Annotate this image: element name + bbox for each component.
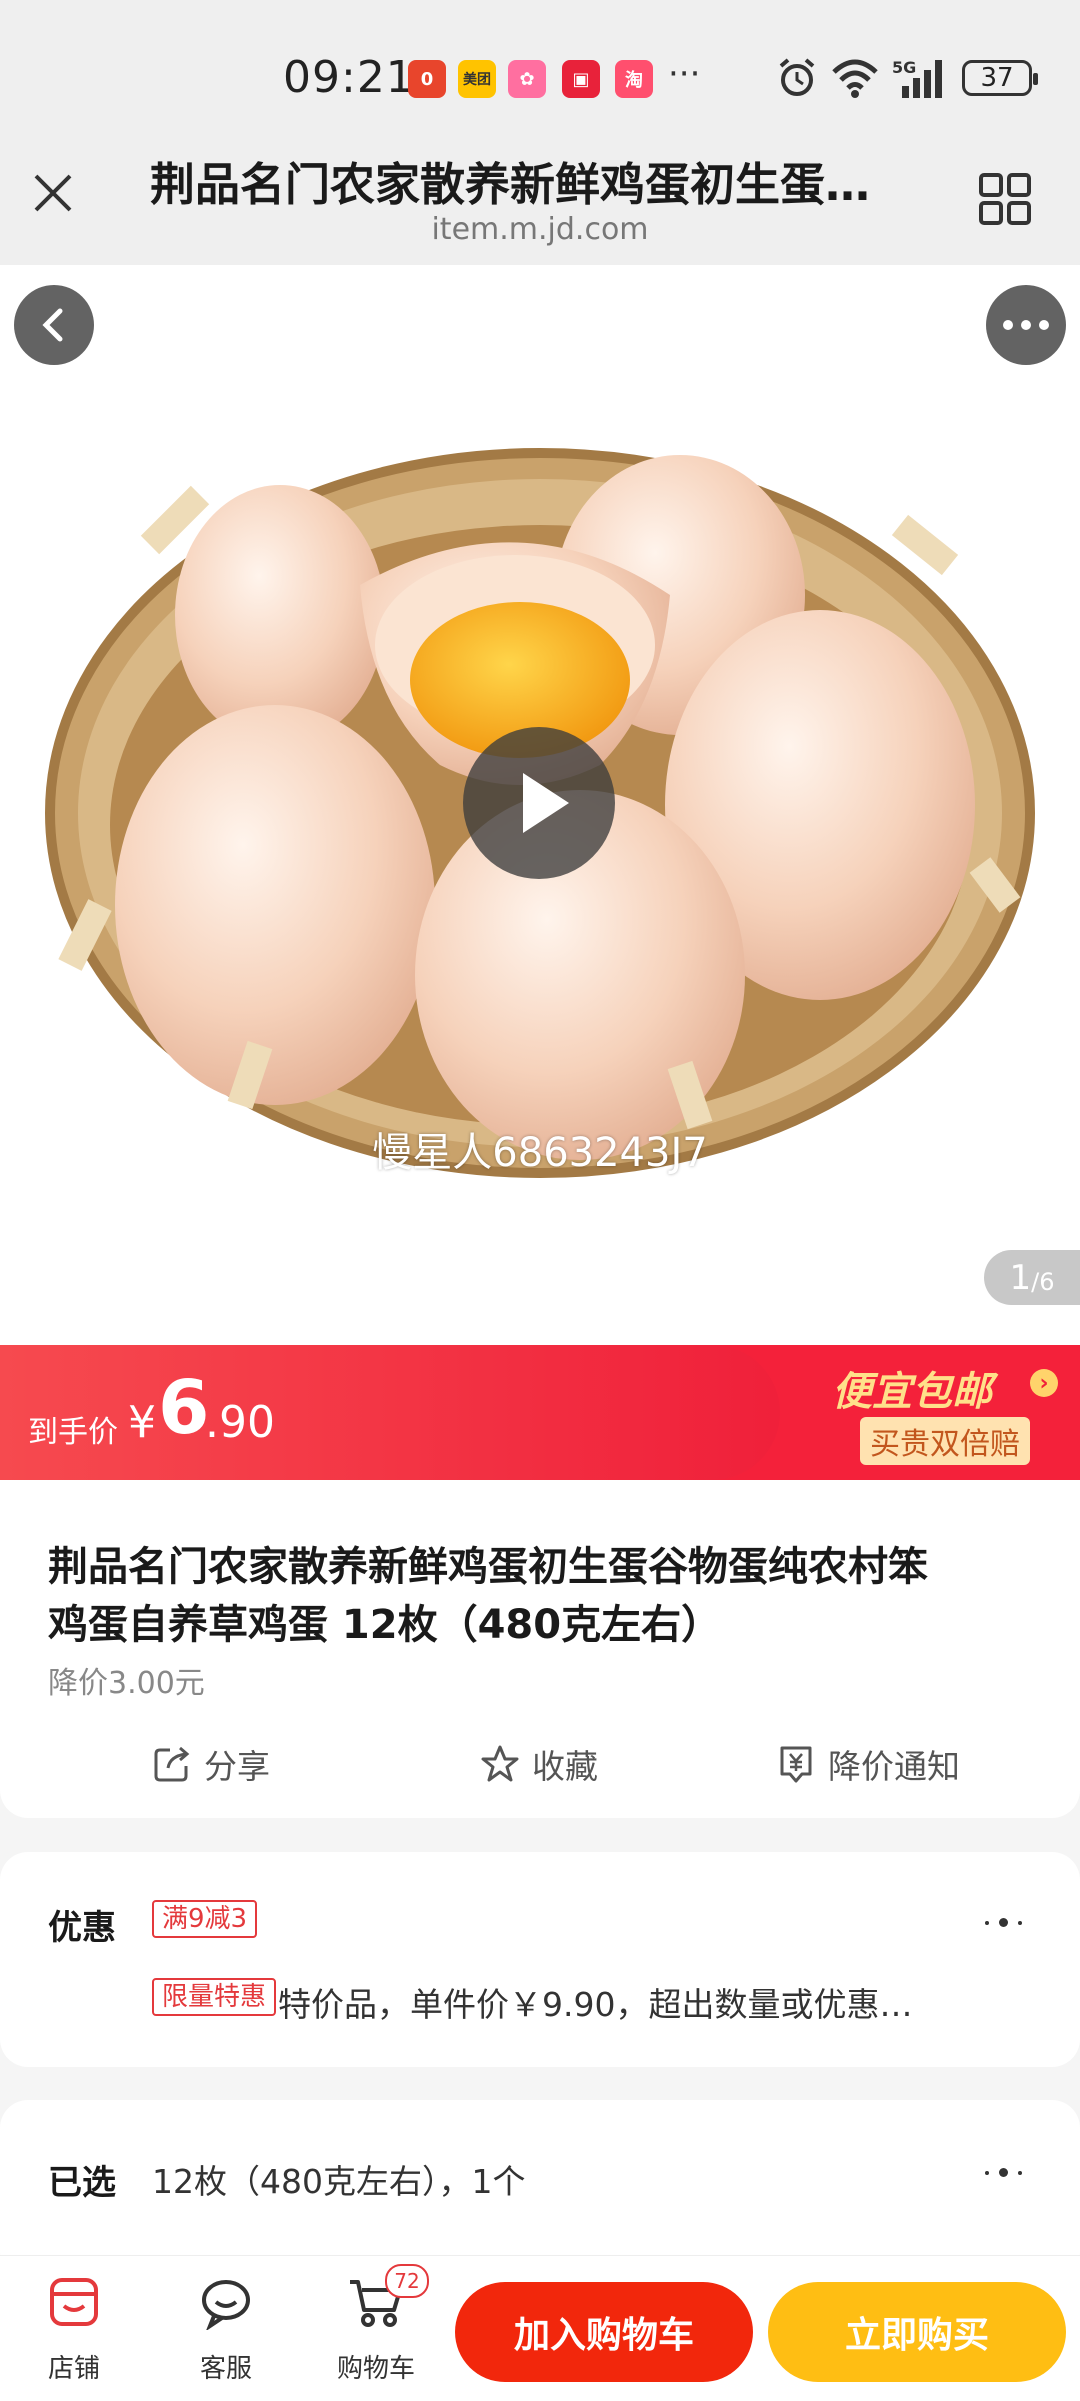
shop-icon xyxy=(50,2278,98,2326)
favorite-label: 收藏 xyxy=(532,1747,598,1786)
app-badge-icon: 0 xyxy=(408,60,446,98)
price-integer: 6 xyxy=(158,1365,210,1451)
status-time: 09:21 xyxy=(283,52,415,103)
coupon-tag: 满9减3 xyxy=(152,1900,258,1938)
product-name: 荆品名门农家散养新鲜鸡蛋初生蛋谷物蛋纯农村笨 鸡蛋自养草鸡蛋 12枚（480克左… xyxy=(48,1538,1038,1654)
add-to-cart-button[interactable]: 加入购物车 xyxy=(455,2282,753,2382)
discount-more-icon[interactable] xyxy=(980,1918,1027,1927)
nav-shop[interactable]: 店铺 xyxy=(14,2270,134,2384)
back-button[interactable] xyxy=(14,285,94,365)
image-watermark: 慢星人6863243J7 xyxy=(372,1130,708,1176)
price-guarantee-badge: 买贵双倍赔 xyxy=(860,1417,1030,1465)
more-notifications-icon: ··· xyxy=(668,54,701,94)
grid-menu-icon[interactable] xyxy=(978,172,1032,226)
discount-description: 特价品，单件价￥9.90，超出数量或优惠… xyxy=(278,1985,913,2024)
price-currency: ¥ xyxy=(128,1397,156,1448)
limited-offer-tag: 限量特惠 xyxy=(152,1978,277,2016)
taobao-icon: 淘 xyxy=(615,60,653,98)
nav-cart-label: 购物车 xyxy=(336,2354,415,2384)
product-name-line1: 荆品名门农家散养新鲜鸡蛋初生蛋谷物蛋纯农村笨 xyxy=(48,1544,928,1590)
price-decimal: .90 xyxy=(205,1397,275,1448)
cart-count-badge: 72 xyxy=(385,2264,429,2298)
favorite-button[interactable]: 收藏 xyxy=(480,1740,598,1788)
meituan-icon: 美团 xyxy=(458,60,496,98)
price-drop-note: 降价3.00元 xyxy=(48,1666,205,1701)
chevron-left-icon xyxy=(42,308,63,342)
product-gallery[interactable]: 慢星人6863243J7 1 /6 xyxy=(0,265,1080,1345)
wifi-icon xyxy=(832,59,878,98)
video-play-button[interactable] xyxy=(463,727,615,879)
price-alert-icon xyxy=(780,1746,812,1783)
price-alert-label: 降价通知 xyxy=(828,1747,960,1786)
battery-indicator: 37 xyxy=(962,60,1038,96)
chevron-right-icon[interactable]: › xyxy=(1030,1369,1058,1397)
close-icon[interactable] xyxy=(28,168,78,218)
gallery-counter-total: /6 xyxy=(1031,1267,1055,1296)
customer-service-icon xyxy=(202,2280,250,2332)
status-bar: 09:21 0 美团 ✿ ▣ 淘 ··· 5G 37 xyxy=(0,0,1080,130)
more-options-button[interactable] xyxy=(986,285,1066,365)
play-icon xyxy=(523,773,569,833)
share-label: 分享 xyxy=(204,1747,270,1786)
star-icon xyxy=(481,1745,519,1782)
free-shipping-promo[interactable]: 便宜包邮 xyxy=(832,1359,992,1417)
game-app-icon: ✿ xyxy=(508,60,546,98)
buy-now-button[interactable]: 立即购买 xyxy=(768,2282,1066,2382)
red-book-icon: ▣ xyxy=(562,60,600,98)
gallery-counter: 1 /6 xyxy=(984,1250,1080,1305)
nav-service-label: 客服 xyxy=(199,2354,252,2384)
gallery-counter-current: 1 xyxy=(1009,1257,1032,1298)
selected-more-icon[interactable] xyxy=(980,2168,1027,2177)
discount-label: 优惠 xyxy=(48,1908,116,1948)
nav-service[interactable]: 客服 xyxy=(166,2270,286,2384)
share-icon xyxy=(154,1746,190,1782)
discount-card[interactable] xyxy=(0,1852,1080,2067)
price-banner: 到手价 ¥ 6 .90 便宜包邮 › 买贵双倍赔 xyxy=(0,1345,1080,1480)
product-name-line2: 鸡蛋自养草鸡蛋 12枚（480克左右） xyxy=(48,1602,722,1648)
page-url: item.m.jd.com xyxy=(431,212,649,247)
nav-shop-label: 店铺 xyxy=(47,2354,100,2384)
price-alert-button[interactable]: 降价通知 xyxy=(776,1740,960,1788)
share-button[interactable]: 分享 xyxy=(152,1740,270,1788)
selected-label: 已选 xyxy=(48,2163,116,2203)
price-label: 到手价 xyxy=(28,1415,118,1450)
alarm-icon xyxy=(779,58,815,96)
more-dots-icon xyxy=(1003,320,1049,330)
selected-value: 12枚（480克左右），1个 xyxy=(152,2162,526,2201)
page-title: 荆品名门农家散养新鲜鸡蛋初生蛋… xyxy=(150,158,871,211)
signal-icon xyxy=(902,60,942,98)
